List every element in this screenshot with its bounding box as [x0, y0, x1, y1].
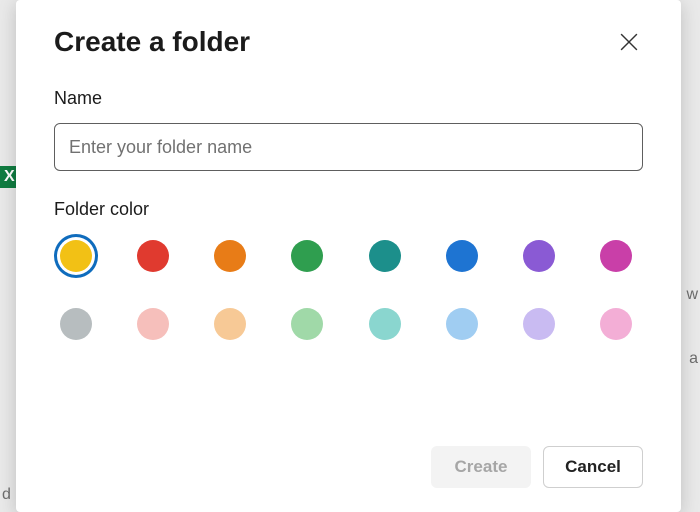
color-swatch-blue[interactable]	[440, 234, 484, 278]
color-swatch-orange[interactable]	[208, 234, 252, 278]
dialog-actions: Create Cancel	[431, 446, 643, 488]
color-circle-icon	[291, 308, 323, 340]
color-swatch-gray[interactable]	[54, 302, 98, 346]
color-grid	[54, 234, 643, 346]
color-swatch-light-green[interactable]	[285, 302, 329, 346]
color-swatch-light-orange[interactable]	[208, 302, 252, 346]
close-icon	[620, 33, 638, 51]
color-swatch-magenta[interactable]	[594, 234, 638, 278]
color-circle-icon	[291, 240, 323, 272]
folder-color-section: Folder color	[54, 199, 643, 346]
color-circle-icon	[369, 308, 401, 340]
color-swatch-light-blue[interactable]	[440, 302, 484, 346]
color-swatch-light-coral[interactable]	[131, 302, 175, 346]
color-circle-icon	[523, 240, 555, 272]
color-swatch-light-purple[interactable]	[517, 302, 561, 346]
dialog-header: Create a folder	[54, 26, 643, 58]
color-row-1	[54, 234, 643, 278]
color-circle-icon	[137, 308, 169, 340]
color-circle-icon	[214, 240, 246, 272]
name-section: Name	[54, 88, 643, 171]
color-circle-icon	[60, 240, 92, 272]
color-circle-icon	[60, 308, 92, 340]
color-swatch-green[interactable]	[285, 234, 329, 278]
bg-text: w	[686, 286, 698, 304]
color-swatch-red[interactable]	[131, 234, 175, 278]
bg-text: d	[2, 486, 11, 504]
color-swatch-teal[interactable]	[363, 234, 407, 278]
name-label: Name	[54, 88, 643, 109]
dialog-title: Create a folder	[54, 26, 250, 58]
color-circle-icon	[600, 240, 632, 272]
color-row-2	[54, 302, 643, 346]
close-button[interactable]	[615, 28, 643, 56]
color-circle-icon	[446, 240, 478, 272]
create-folder-dialog: Create a folder Name Folder color Create…	[16, 0, 681, 512]
color-circle-icon	[369, 240, 401, 272]
color-swatch-purple[interactable]	[517, 234, 561, 278]
color-circle-icon	[446, 308, 478, 340]
color-circle-icon	[137, 240, 169, 272]
folder-name-input[interactable]	[54, 123, 643, 171]
color-swatch-light-teal[interactable]	[363, 302, 407, 346]
color-swatch-yellow[interactable]	[54, 234, 98, 278]
bg-text: a	[689, 350, 698, 368]
color-swatch-light-pink[interactable]	[594, 302, 638, 346]
color-circle-icon	[523, 308, 555, 340]
cancel-button[interactable]: Cancel	[543, 446, 643, 488]
create-button[interactable]: Create	[431, 446, 531, 488]
color-circle-icon	[214, 308, 246, 340]
color-circle-icon	[600, 308, 632, 340]
folder-color-label: Folder color	[54, 199, 643, 220]
